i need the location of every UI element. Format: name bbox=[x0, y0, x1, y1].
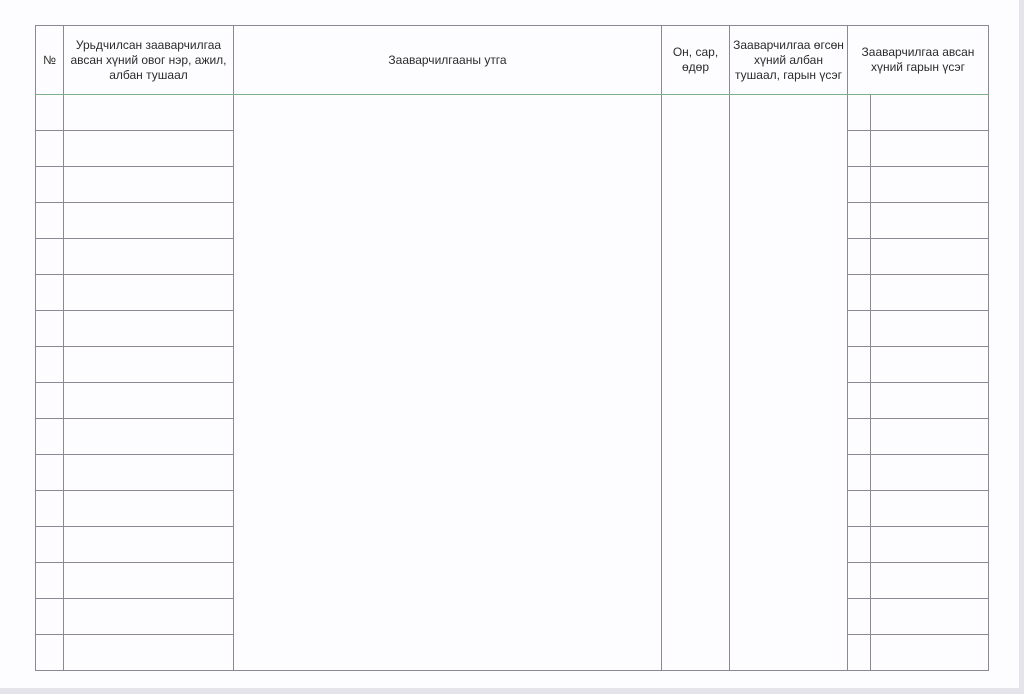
form-sheet: № Урьдчилсан зааварчилгаа авсан хүний ов… bbox=[0, 0, 1019, 688]
row-signature-cell[interactable] bbox=[870, 490, 989, 527]
row-signature-cell[interactable] bbox=[870, 598, 989, 635]
row-signature-mark-cell[interactable] bbox=[847, 166, 871, 203]
table-row bbox=[35, 94, 989, 671]
row-person-cell[interactable] bbox=[63, 490, 234, 527]
row-person-cell[interactable] bbox=[63, 166, 234, 203]
row-signature-mark-cell[interactable] bbox=[847, 94, 871, 131]
instruction-log-table: № Урьдчилсан зааварчилгаа авсан хүний ов… bbox=[35, 25, 989, 671]
row-signature-mark-cell[interactable] bbox=[847, 634, 871, 671]
row-signature-cell[interactable] bbox=[870, 346, 989, 383]
row-number-cell[interactable] bbox=[35, 418, 64, 455]
row-signature-mark-cell[interactable] bbox=[847, 454, 871, 491]
row-signature-mark-cell[interactable] bbox=[847, 490, 871, 527]
row-signature-cell[interactable] bbox=[870, 310, 989, 347]
row-number-cell[interactable] bbox=[35, 238, 64, 275]
row-signature-cell[interactable] bbox=[870, 382, 989, 419]
row-person-cell[interactable] bbox=[63, 310, 234, 347]
row-signature-cell[interactable] bbox=[870, 166, 989, 203]
row-signature-mark-cell[interactable] bbox=[847, 598, 871, 635]
header-instruction-content: Зааварчилгааны утга bbox=[233, 25, 662, 95]
row-person-cell[interactable] bbox=[63, 562, 234, 599]
row-signature-mark-cell[interactable] bbox=[847, 274, 871, 311]
row-signature-mark-cell[interactable] bbox=[847, 238, 871, 275]
row-signature-cell[interactable] bbox=[870, 130, 989, 167]
row-number-cell[interactable] bbox=[35, 202, 64, 239]
header-instructed-person: Урьдчилсан зааварчилгаа авсан хүний овог… bbox=[63, 25, 234, 95]
row-signature-mark-cell[interactable] bbox=[847, 526, 871, 563]
header-instructor: Зааварчилгаа өгсөн хүний албан тушаал, г… bbox=[729, 25, 848, 95]
row-person-cell[interactable] bbox=[63, 274, 234, 311]
table-header-row: № Урьдчилсан зааварчилгаа авсан хүний ов… bbox=[35, 25, 989, 95]
row-signature-cell[interactable] bbox=[870, 454, 989, 491]
row-signature-cell[interactable] bbox=[870, 238, 989, 275]
row-signature-mark-cell[interactable] bbox=[847, 202, 871, 239]
row-number-cell[interactable] bbox=[35, 598, 64, 635]
row-person-cell[interactable] bbox=[63, 346, 234, 383]
row-content-cell[interactable] bbox=[233, 94, 662, 671]
row-person-cell[interactable] bbox=[63, 598, 234, 635]
row-person-cell[interactable] bbox=[63, 418, 234, 455]
row-signature-cell[interactable] bbox=[870, 562, 989, 599]
row-person-cell[interactable] bbox=[63, 94, 234, 131]
row-number-cell[interactable] bbox=[35, 526, 64, 563]
row-number-cell[interactable] bbox=[35, 382, 64, 419]
header-signature: Зааварчилгаа авсан хүний гарын үсэг bbox=[847, 25, 989, 95]
row-person-cell[interactable] bbox=[63, 454, 234, 491]
row-person-cell[interactable] bbox=[63, 238, 234, 275]
row-signature-mark-cell[interactable] bbox=[847, 130, 871, 167]
row-signature-cell[interactable] bbox=[870, 634, 989, 671]
row-signature-cell[interactable] bbox=[870, 94, 989, 131]
row-number-cell[interactable] bbox=[35, 274, 64, 311]
row-number-cell[interactable] bbox=[35, 130, 64, 167]
row-number-cell[interactable] bbox=[35, 94, 64, 131]
header-number: № bbox=[35, 25, 64, 95]
row-signature-cell[interactable] bbox=[870, 274, 989, 311]
row-date-cell[interactable] bbox=[661, 94, 730, 671]
row-signature-cell[interactable] bbox=[870, 526, 989, 563]
row-signature-mark-cell[interactable] bbox=[847, 418, 871, 455]
row-person-cell[interactable] bbox=[63, 526, 234, 563]
row-signature-mark-cell[interactable] bbox=[847, 310, 871, 347]
row-signature-cell[interactable] bbox=[870, 202, 989, 239]
row-person-cell[interactable] bbox=[63, 202, 234, 239]
row-number-cell[interactable] bbox=[35, 634, 64, 671]
row-signature-mark-cell[interactable] bbox=[847, 382, 871, 419]
row-number-cell[interactable] bbox=[35, 346, 64, 383]
row-signature-mark-cell[interactable] bbox=[847, 346, 871, 383]
row-person-cell[interactable] bbox=[63, 634, 234, 671]
row-number-cell[interactable] bbox=[35, 166, 64, 203]
row-number-cell[interactable] bbox=[35, 454, 64, 491]
row-person-cell[interactable] bbox=[63, 130, 234, 167]
row-person-cell[interactable] bbox=[63, 382, 234, 419]
row-number-cell[interactable] bbox=[35, 562, 64, 599]
row-number-cell[interactable] bbox=[35, 310, 64, 347]
row-instructor-cell[interactable] bbox=[729, 94, 848, 671]
row-signature-mark-cell[interactable] bbox=[847, 562, 871, 599]
row-number-cell[interactable] bbox=[35, 490, 64, 527]
table-body bbox=[35, 94, 989, 671]
header-date: Он, сар, өдөр bbox=[661, 25, 730, 95]
row-signature-cell[interactable] bbox=[870, 418, 989, 455]
